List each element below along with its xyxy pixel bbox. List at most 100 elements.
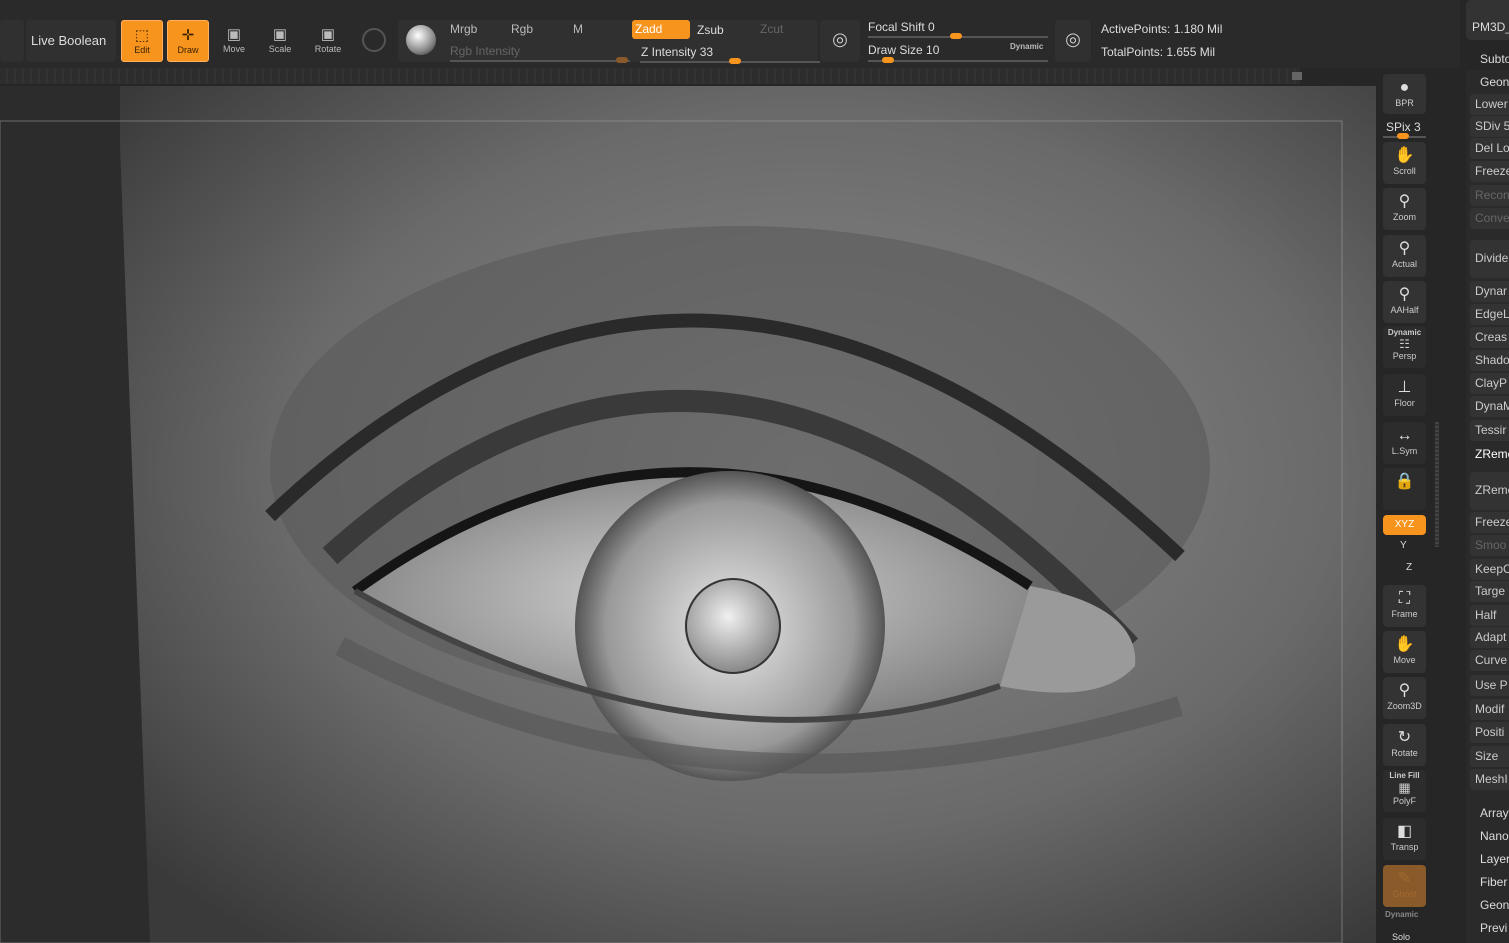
panel-item[interactable]: Size <box>1470 746 1509 767</box>
m-button[interactable]: M <box>573 22 583 36</box>
aahalf-button[interactable]: ⚲ AAHalf <box>1383 281 1426 323</box>
focal-shift-label: Focal Shift 0 <box>868 20 935 34</box>
floor-button[interactable]: ⊥ Floor <box>1383 374 1426 416</box>
lock-camera-button[interactable]: 🔒 <box>1383 468 1426 510</box>
draw-brush-icon[interactable]: ◎ <box>1055 20 1091 62</box>
panel-item[interactable]: Creas <box>1470 327 1509 348</box>
magnifier-icon: ⚲ <box>1398 193 1411 210</box>
transp-button[interactable]: ◧ Transp <box>1383 818 1426 860</box>
panel-item[interactable]: Adapt <box>1470 627 1509 648</box>
frame-button[interactable]: ⛶ Frame <box>1383 585 1426 627</box>
rotate-z-button[interactable]: Z <box>1406 562 1412 573</box>
panel-section[interactable]: Fiber <box>1480 875 1507 889</box>
panel-item[interactable]: Tessir <box>1470 420 1509 441</box>
scrollbar[interactable] <box>1435 422 1439 547</box>
panel-item[interactable]: Conve <box>1470 208 1509 229</box>
panel-item[interactable]: Curve <box>1470 650 1509 671</box>
edit-button[interactable]: ⬚ Edit <box>121 20 163 62</box>
panel-item[interactable]: Positi <box>1470 722 1509 743</box>
bpr-button[interactable]: ● BPR <box>1383 74 1426 114</box>
spix-slider[interactable] <box>1383 133 1426 139</box>
rotate-button[interactable]: ▣ Rotate <box>310 20 346 62</box>
solo-button[interactable]: Solo <box>1392 932 1410 942</box>
zadd-button[interactable]: Zadd <box>632 20 690 39</box>
draw-button[interactable]: ✛ Draw <box>167 20 209 62</box>
panel-item[interactable]: DynaM <box>1470 396 1509 417</box>
lsym-button[interactable]: ↔ L.Sym <box>1383 422 1426 464</box>
zcut-button[interactable]: Zcut <box>760 22 783 36</box>
panel-item[interactable]: Freeze <box>1470 512 1509 533</box>
geometry-header[interactable]: Geon <box>1480 75 1509 89</box>
panel-section[interactable]: Array <box>1480 806 1509 820</box>
draw-size-slider[interactable] <box>868 57 1048 63</box>
polyframe-icon[interactable] <box>362 28 386 52</box>
persp-button[interactable]: Dynamic ☷ Persp <box>1383 326 1426 368</box>
move-view-button[interactable]: ✋ Move <box>1383 631 1426 673</box>
polyf-label: PolyF <box>1392 796 1416 806</box>
panel-item[interactable]: Use P <box>1470 675 1509 696</box>
rotate-icon: ↻ <box>1397 729 1412 746</box>
mrgb-button[interactable]: Mrgb <box>450 22 477 36</box>
slider-knob[interactable] <box>616 57 628 63</box>
panel-item[interactable]: Shado <box>1470 350 1509 371</box>
panel-item[interactable]: Half <box>1470 605 1509 626</box>
frame-icon: ⛶ <box>1398 590 1411 607</box>
panel-item[interactable]: Lower <box>1470 94 1509 115</box>
panel-item[interactable]: Modif <box>1470 699 1509 720</box>
panel-item[interactable]: ZReme <box>1470 444 1509 465</box>
dynamic-label: Dynamic <box>1387 328 1422 337</box>
magnifier-icon: ⚲ <box>1398 682 1411 699</box>
polyf-button[interactable]: Line Fill ▦ PolyF <box>1383 770 1426 812</box>
move-button[interactable]: ▣ Move <box>216 20 252 62</box>
panel-item[interactable]: Divide <box>1470 240 1509 278</box>
panel-section[interactable]: Geon <box>1480 898 1509 912</box>
panel-item[interactable]: Targe <box>1470 581 1509 602</box>
panel-item[interactable]: Smoo <box>1470 535 1509 556</box>
z-intensity-slider[interactable] <box>640 58 820 64</box>
spix-label: SPix 3 <box>1386 120 1421 134</box>
shelf-handle[interactable] <box>1292 72 1302 80</box>
canvas-viewport[interactable] <box>0 86 1376 943</box>
rotate-y-button[interactable]: Y <box>1400 540 1407 551</box>
rotate-xyz-button[interactable]: XYZ <box>1383 515 1426 535</box>
zoom-label: Zoom <box>1392 212 1416 222</box>
focal-shift-slider[interactable] <box>868 33 1048 39</box>
panel-item[interactable]: Dynar <box>1470 281 1509 302</box>
panel-item[interactable]: ZReme <box>1470 472 1509 510</box>
panel-section[interactable]: Previ <box>1480 921 1507 935</box>
pm3d-tool-thumbnail[interactable]: PM3D_ <box>1472 20 1509 34</box>
panel-item[interactable]: Recon <box>1470 185 1509 206</box>
live-boolean-button[interactable]: Live Boolean <box>26 20 116 62</box>
scroll-button[interactable]: ✋ Scroll <box>1383 142 1426 184</box>
slider-knob[interactable] <box>1397 133 1409 139</box>
panel-section[interactable]: Layer <box>1480 852 1509 866</box>
material-sphere-icon[interactable] <box>406 25 436 55</box>
zoom-button[interactable]: ⚲ Zoom <box>1383 188 1426 230</box>
focal-shift-brush-icon[interactable]: ◎ <box>820 20 860 62</box>
subtool-header[interactable]: Subto <box>1480 52 1509 66</box>
scale-button[interactable]: ▣ Scale <box>262 20 298 62</box>
panel-item[interactable]: SDiv 5 <box>1470 116 1509 137</box>
transparency-icon: ◧ <box>1396 823 1413 840</box>
rgb-intensity-slider[interactable] <box>450 57 630 63</box>
rgb-button[interactable]: Rgb <box>511 22 533 36</box>
active-points: ActivePoints: 1.180 Mil <box>1101 22 1223 36</box>
panel-item[interactable]: Del Lo <box>1470 138 1509 159</box>
zsub-button[interactable]: Zsub <box>697 23 724 37</box>
rotate-view-button[interactable]: ↻ Rotate <box>1383 724 1426 766</box>
panel-item[interactable]: EdgeL <box>1470 304 1509 325</box>
panel-item[interactable]: MeshI <box>1470 769 1509 790</box>
zoom3d-button[interactable]: ⚲ Zoom3D <box>1383 677 1426 719</box>
panel-item[interactable]: ClayP <box>1470 373 1509 394</box>
ghost-button[interactable]: ✎ Ghost <box>1383 865 1426 907</box>
slider-knob[interactable] <box>882 57 894 63</box>
slider-knob[interactable] <box>729 58 741 64</box>
actual-button[interactable]: ⚲ Actual <box>1383 235 1426 277</box>
slider-knob[interactable] <box>950 33 962 39</box>
panel-item[interactable]: KeepC <box>1470 559 1509 580</box>
polygrid-icon: ▦ <box>1398 780 1411 795</box>
rotate-label: Rotate <box>314 44 342 54</box>
dynamic-toggle[interactable]: Dynamic <box>1010 42 1043 51</box>
panel-section[interactable]: Nano <box>1480 829 1509 843</box>
panel-item[interactable]: Freeze <box>1470 161 1509 182</box>
